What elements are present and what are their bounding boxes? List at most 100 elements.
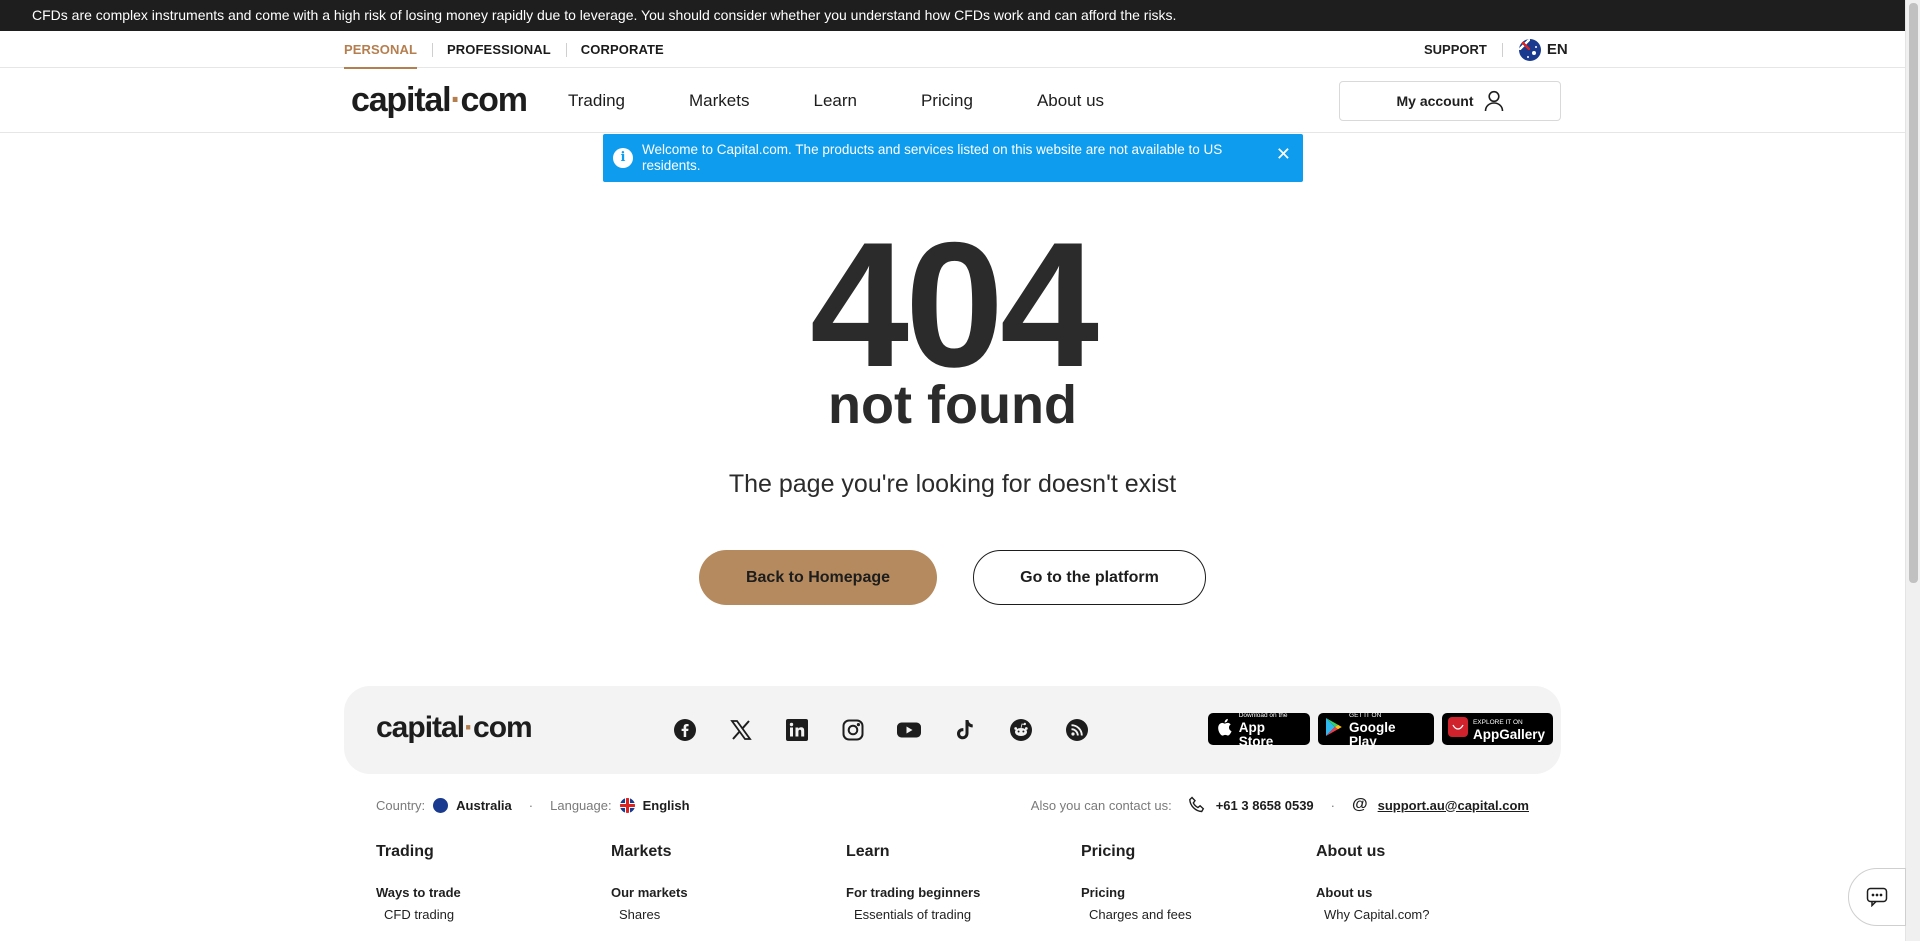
nav-about-us[interactable]: About us — [1037, 91, 1104, 111]
separator-dot: · — [1330, 797, 1336, 813]
footer-col-link[interactable]: Charges and fees — [1081, 907, 1316, 922]
facebook-icon[interactable] — [672, 717, 698, 743]
footer-col-trading: Trading Ways to trade CFD trading — [376, 843, 611, 928]
nav-learn[interactable]: Learn — [813, 91, 856, 111]
chat-widget-button[interactable] — [1848, 868, 1906, 926]
app-gallery-big: AppGallery — [1472, 726, 1545, 742]
footer-logo-right: com — [473, 711, 533, 744]
chat-icon — [1866, 887, 1888, 907]
page-scrollbar[interactable] — [1905, 0, 1920, 941]
google-play-badge[interactable]: GET IT ON Google Play — [1318, 711, 1434, 748]
capital-com-logo[interactable]: capital·com — [351, 81, 528, 120]
footer-col-subtitle[interactable]: Pricing — [1081, 885, 1316, 900]
social-links — [672, 717, 1120, 743]
back-to-homepage-button[interactable]: Back to Homepage — [699, 550, 937, 605]
footer-col-link[interactable]: CFD trading — [376, 907, 611, 922]
phone-number[interactable]: +61 3 8658 0539 — [1216, 798, 1314, 813]
footer-col-title[interactable]: About us — [1316, 843, 1551, 861]
error-title: not found — [828, 375, 1077, 435]
footer-col-learn: Learn For trading beginners Essentials o… — [846, 843, 1081, 928]
segment-personal[interactable]: PERSONAL — [344, 31, 432, 69]
footer-col-title[interactable]: Pricing — [1081, 843, 1316, 861]
footer-col-markets: Markets Our markets Shares — [611, 843, 846, 928]
tiktok-icon[interactable] — [952, 717, 978, 743]
contact-info: Also you can contact us: +61 3 8658 0539… — [1031, 796, 1529, 814]
linkedin-icon[interactable] — [784, 717, 810, 743]
go-to-platform-button[interactable]: Go to the platform — [973, 550, 1206, 605]
my-account-label: My account — [1396, 93, 1474, 109]
australia-flag-icon — [433, 797, 449, 813]
support-email-link[interactable]: support.au@capital.com — [1378, 798, 1529, 813]
contact-label: Also you can contact us: — [1030, 797, 1172, 813]
footer-top-card: capital·com Download on the App Store GE… — [344, 686, 1561, 774]
footer-col-link[interactable]: Essentials of trading — [846, 907, 1081, 922]
instagram-icon[interactable] — [840, 717, 866, 743]
huawei-icon — [1447, 716, 1468, 742]
scrollbar-thumb[interactable] — [1909, 3, 1918, 583]
app-store-badge[interactable]: Download on the App Store — [1208, 711, 1311, 748]
app-store-big: App Store — [1238, 719, 1274, 749]
x-icon[interactable] — [728, 717, 754, 743]
google-play-icon — [1324, 717, 1344, 742]
app-store-small: Download on the — [1238, 711, 1288, 719]
info-icon: i — [613, 148, 633, 168]
language-switcher[interactable]: EN — [1503, 38, 1568, 61]
segment-tabs: PERSONAL PROFESSIONAL CORPORATE — [344, 31, 679, 69]
country-selector[interactable]: Australia — [456, 798, 512, 813]
app-gallery-small: EXPLORE IT ON — [1472, 718, 1523, 726]
footer-col-about: About us About us Why Capital.com? — [1316, 843, 1551, 928]
footer-col-subtitle[interactable]: About us — [1316, 885, 1551, 900]
footer-columns: Trading Ways to trade CFD trading Market… — [376, 843, 1556, 928]
australia-flag-icon — [1518, 38, 1541, 61]
support-link[interactable]: SUPPORT — [1424, 42, 1503, 57]
footer-col-subtitle[interactable]: Ways to trade — [376, 885, 611, 900]
footer-col-title[interactable]: Markets — [611, 843, 846, 861]
segment-bar: PERSONAL PROFESSIONAL CORPORATE SUPPORT … — [0, 31, 1905, 69]
reddit-icon[interactable] — [1008, 717, 1034, 743]
alert-text: Welcome to Capital.com. The products and… — [642, 142, 1223, 173]
us-residents-alert: i Welcome to Capital.com. The products a… — [603, 134, 1303, 182]
error-code: 404 — [810, 205, 1099, 404]
app-store-badges: Download on the App Store GET IT ON Google… — [1208, 711, 1561, 748]
close-icon[interactable]: ✕ — [1276, 145, 1291, 163]
language-selector[interactable]: English — [643, 798, 690, 813]
user-icon — [1484, 90, 1503, 112]
footer-col-subtitle[interactable]: Our markets — [611, 885, 846, 900]
footer-logo-left: capital — [376, 711, 465, 744]
segment-corporate[interactable]: CORPORATE — [565, 31, 679, 68]
my-account-button[interactable]: My account — [1339, 81, 1561, 121]
main-navigation: capital·com Trading Markets Learn Pricin… — [0, 68, 1905, 133]
segment-professional[interactable]: PROFESSIONAL — [432, 31, 566, 68]
youtube-icon[interactable] — [896, 717, 922, 743]
footer-contact-row: Country: Australia · Language: English A… — [376, 796, 1529, 814]
nav-pricing[interactable]: Pricing — [921, 91, 973, 111]
country-label: Country: — [376, 797, 426, 813]
top-utility-links: SUPPORT EN — [1424, 31, 1568, 68]
apple-icon — [1214, 718, 1234, 741]
footer-col-link[interactable]: Shares — [611, 907, 846, 922]
footer-col-pricing: Pricing Pricing Charges and fees — [1081, 843, 1316, 928]
language-label: Language: — [550, 797, 612, 813]
google-play-small: GET IT ON — [1349, 711, 1382, 719]
nav-markets[interactable]: Markets — [689, 91, 749, 111]
app-gallery-badge[interactable]: EXPLORE IT ON AppGallery — [1441, 713, 1553, 745]
rss-icon[interactable] — [1064, 717, 1090, 743]
footer-col-title[interactable]: Trading — [376, 843, 611, 861]
logo-right: com — [460, 81, 528, 119]
uk-flag-icon — [619, 797, 635, 813]
logo-left: capital — [351, 81, 452, 119]
footer-col-title[interactable]: Learn — [846, 843, 1081, 861]
google-play-big: Google Play — [1349, 719, 1396, 749]
footer-logo[interactable]: capital·com — [376, 711, 533, 745]
risk-warning-text: CFDs are complex instruments and come wi… — [32, 7, 1177, 23]
nav-trading[interactable]: Trading — [568, 91, 625, 111]
footer-col-link[interactable]: Why Capital.com? — [1316, 907, 1551, 922]
risk-warning-bar: CFDs are complex instruments and come wi… — [0, 0, 1905, 31]
phone-icon — [1188, 796, 1204, 813]
language-code: EN — [1546, 41, 1568, 58]
nav-links: Trading Markets Learn Pricing About us — [568, 68, 1168, 133]
at-icon: @ — [1352, 796, 1368, 813]
footer-logo-dot: · — [464, 711, 474, 744]
footer-col-subtitle[interactable]: For trading beginners — [846, 885, 1081, 900]
logo-dot: · — [450, 81, 461, 119]
